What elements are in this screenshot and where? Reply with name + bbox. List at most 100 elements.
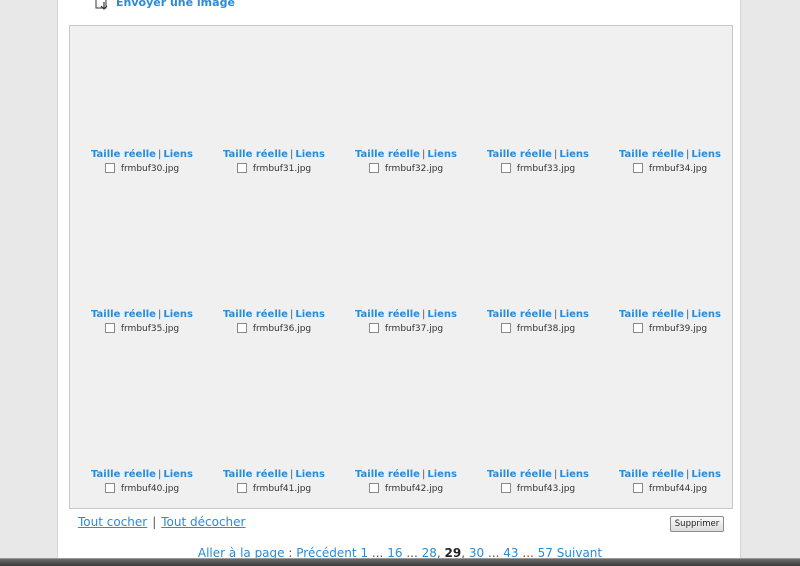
- gallery-item-links: Taille réelle | Liens: [604, 148, 736, 162]
- gallery-item-links: Taille réelle | Liens: [604, 468, 736, 482]
- links-link[interactable]: Liens: [427, 309, 457, 320]
- file-row: frmbuf39.jpg: [604, 322, 736, 336]
- file-name: frmbuf42.jpg: [384, 484, 444, 494]
- gallery-item: Taille réelle | Liens frmbuf38.jpg: [472, 308, 604, 338]
- select-checkbox[interactable]: [500, 162, 511, 173]
- gallery-item: Taille réelle | Liens frmbuf37.jpg: [340, 308, 472, 338]
- real-size-link[interactable]: Taille réelle: [487, 149, 552, 160]
- links-link[interactable]: Liens: [691, 309, 721, 320]
- select-checkbox[interactable]: [236, 322, 247, 333]
- select-checkbox[interactable]: [104, 482, 115, 493]
- file-name: frmbuf36.jpg: [252, 324, 312, 334]
- links-link[interactable]: Liens: [295, 309, 325, 320]
- gallery-item-links: Taille réelle | Liens: [208, 308, 340, 322]
- gallery-item-links: Taille réelle | Liens: [76, 148, 208, 162]
- delete-button[interactable]: Supprimer: [670, 516, 724, 532]
- file-name: frmbuf41.jpg: [252, 484, 312, 494]
- file-row: frmbuf43.jpg: [472, 482, 604, 496]
- gallery-item: Taille réelle | Liens frmbuf33.jpg: [472, 148, 604, 178]
- real-size-link[interactable]: Taille réelle: [91, 149, 156, 160]
- check-all-link[interactable]: Tout cocher: [78, 515, 147, 529]
- file-name: frmbuf38.jpg: [516, 324, 576, 334]
- file-name: frmbuf33.jpg: [516, 164, 576, 174]
- links-link[interactable]: Liens: [427, 149, 457, 160]
- gallery-item: Taille réelle | Liens frmbuf42.jpg: [340, 468, 472, 498]
- image-gallery: Taille réelle | Liens frmbuf30.jpg Taille ré…: [69, 25, 733, 509]
- select-checkbox[interactable]: [632, 482, 643, 493]
- select-checkbox[interactable]: [632, 322, 643, 333]
- taskbar: [0, 558, 800, 566]
- file-name: frmbuf34.jpg: [648, 164, 708, 174]
- real-size-link[interactable]: Taille réelle: [223, 469, 288, 480]
- real-size-link[interactable]: Taille réelle: [619, 469, 684, 480]
- upload-image-icon: [94, 0, 110, 10]
- gallery-item-links: Taille réelle | Liens: [76, 468, 208, 482]
- real-size-link[interactable]: Taille réelle: [223, 309, 288, 320]
- links-link[interactable]: Liens: [691, 149, 721, 160]
- select-checkbox[interactable]: [500, 482, 511, 493]
- file-row: frmbuf44.jpg: [604, 482, 736, 496]
- selection-links: Tout cocher | Tout décocher: [78, 514, 245, 530]
- gallery-item: Taille réelle | Liens frmbuf36.jpg: [208, 308, 340, 338]
- gallery-item: Taille réelle | Liens frmbuf43.jpg: [472, 468, 604, 498]
- file-row: frmbuf38.jpg: [472, 322, 604, 336]
- real-size-link[interactable]: Taille réelle: [487, 469, 552, 480]
- select-checkbox[interactable]: [632, 162, 643, 173]
- real-size-link[interactable]: Taille réelle: [355, 309, 420, 320]
- gallery-item-links: Taille réelle | Liens: [340, 468, 472, 482]
- gallery-item-links: Taille réelle | Liens: [604, 308, 736, 322]
- upload-image-link[interactable]: Envoyer une image: [94, 0, 235, 10]
- file-name: frmbuf43.jpg: [516, 484, 576, 494]
- file-name: frmbuf31.jpg: [252, 164, 312, 174]
- real-size-link[interactable]: Taille réelle: [223, 149, 288, 160]
- select-checkbox[interactable]: [104, 162, 115, 173]
- links-link[interactable]: Liens: [559, 309, 589, 320]
- links-link[interactable]: Liens: [163, 149, 193, 160]
- file-name: frmbuf40.jpg: [120, 484, 180, 494]
- select-checkbox[interactable]: [368, 322, 379, 333]
- file-row: frmbuf33.jpg: [472, 162, 604, 176]
- gallery-item-links: Taille réelle | Liens: [208, 148, 340, 162]
- links-link[interactable]: Liens: [295, 149, 325, 160]
- file-row: frmbuf31.jpg: [208, 162, 340, 176]
- file-name: frmbuf30.jpg: [120, 164, 180, 174]
- select-checkbox[interactable]: [368, 482, 379, 493]
- links-link[interactable]: Liens: [691, 469, 721, 480]
- gallery-item: Taille réelle | Liens frmbuf40.jpg: [76, 468, 208, 498]
- gallery-item: Taille réelle | Liens frmbuf44.jpg: [604, 468, 736, 498]
- real-size-link[interactable]: Taille réelle: [91, 469, 156, 480]
- select-checkbox[interactable]: [236, 162, 247, 173]
- gallery-item: Taille réelle | Liens frmbuf31.jpg: [208, 148, 340, 178]
- file-name: frmbuf37.jpg: [384, 324, 444, 334]
- gallery-item: Taille réelle | Liens frmbuf41.jpg: [208, 468, 340, 498]
- select-checkbox[interactable]: [236, 482, 247, 493]
- links-link[interactable]: Liens: [163, 309, 193, 320]
- real-size-link[interactable]: Taille réelle: [619, 309, 684, 320]
- selection-separator: |: [152, 515, 157, 529]
- real-size-link[interactable]: Taille réelle: [619, 149, 684, 160]
- gallery-item-links: Taille réelle | Liens: [340, 308, 472, 322]
- file-name: frmbuf39.jpg: [648, 324, 708, 334]
- content-panel: Envoyer une image Taille réelle | Liens frm…: [57, 0, 741, 566]
- real-size-link[interactable]: Taille réelle: [355, 469, 420, 480]
- select-checkbox[interactable]: [104, 322, 115, 333]
- links-link[interactable]: Liens: [559, 469, 589, 480]
- uncheck-all-link[interactable]: Tout décocher: [161, 515, 245, 529]
- real-size-link[interactable]: Taille réelle: [355, 149, 420, 160]
- file-row: frmbuf35.jpg: [76, 322, 208, 336]
- file-row: frmbuf37.jpg: [340, 322, 472, 336]
- gallery-item: Taille réelle | Liens frmbuf30.jpg: [76, 148, 208, 178]
- links-link[interactable]: Liens: [295, 469, 325, 480]
- real-size-link[interactable]: Taille réelle: [487, 309, 552, 320]
- file-row: frmbuf34.jpg: [604, 162, 736, 176]
- links-link[interactable]: Liens: [427, 469, 457, 480]
- select-checkbox[interactable]: [368, 162, 379, 173]
- gallery-item-links: Taille réelle | Liens: [472, 308, 604, 322]
- select-checkbox[interactable]: [500, 322, 511, 333]
- links-link[interactable]: Liens: [163, 469, 193, 480]
- real-size-link[interactable]: Taille réelle: [91, 309, 156, 320]
- gallery-item-links: Taille réelle | Liens: [340, 148, 472, 162]
- gallery-item: Taille réelle | Liens frmbuf39.jpg: [604, 308, 736, 338]
- gallery-item-links: Taille réelle | Liens: [472, 148, 604, 162]
- links-link[interactable]: Liens: [559, 149, 589, 160]
